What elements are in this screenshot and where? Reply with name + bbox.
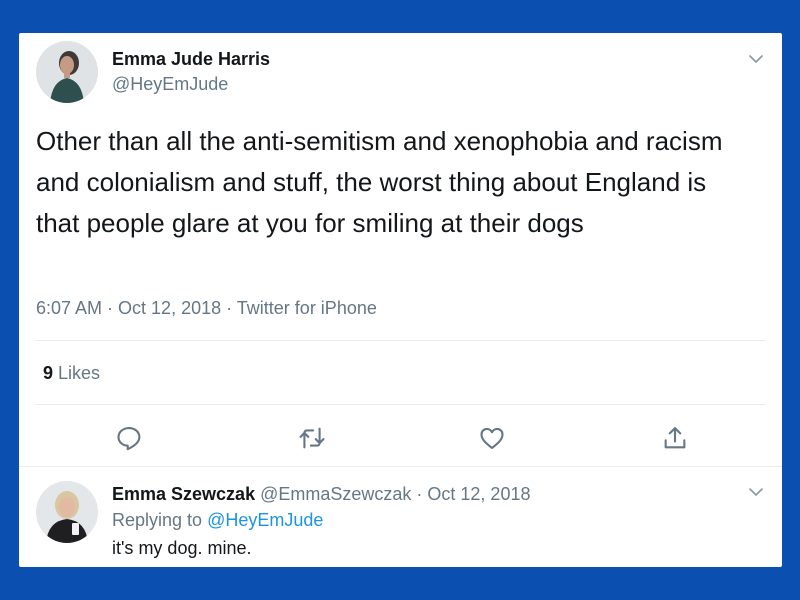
avatar[interactable] — [36, 481, 98, 543]
likes-label: Likes — [58, 363, 101, 383]
tweet-card: Emma Jude Harris @HeyEmJude Other than a… — [19, 33, 782, 567]
likes-stat[interactable]: 9 Likes — [43, 363, 100, 384]
chevron-down-icon[interactable] — [748, 484, 764, 500]
author-name[interactable]: Emma Jude Harris — [112, 49, 270, 70]
avatar[interactable] — [36, 41, 98, 103]
share-icon[interactable] — [661, 424, 689, 452]
tweet-source[interactable]: Twitter for iPhone — [237, 298, 377, 318]
reply-header: Emma Szewczak @EmmaSzewczak · Oct 12, 20… — [112, 484, 530, 505]
meta-separator: · — [102, 298, 119, 318]
reply-text: it's my dog. mine. — [112, 538, 252, 558]
tweet-text: Other than all the anti-semitism and xen… — [36, 126, 730, 238]
reply-icon[interactable] — [115, 424, 143, 452]
like-icon[interactable] — [478, 424, 506, 452]
replying-to: Replying to @HeyEmJude — [112, 510, 323, 531]
replying-mention-link[interactable]: @HeyEmJude — [207, 510, 323, 530]
avatar-portrait-image — [36, 41, 98, 103]
divider — [36, 340, 766, 341]
tweet-metadata: 6:07 AM · Oct 12, 2018 · Twitter for iPh… — [36, 298, 377, 319]
author-handle[interactable]: @HeyEmJude — [112, 74, 228, 95]
tweet-date[interactable]: Oct 12, 2018 — [118, 298, 221, 318]
main-tweet: Emma Jude Harris @HeyEmJude Other than a… — [19, 33, 782, 466]
retweet-icon[interactable] — [298, 424, 326, 452]
reply-author-handle[interactable]: @EmmaSzewczak — [260, 484, 411, 504]
meta-separator: · — [411, 484, 428, 504]
reply-tweet: Emma Szewczak @EmmaSzewczak · Oct 12, 20… — [19, 467, 782, 567]
replying-label: Replying to — [112, 510, 203, 530]
divider — [36, 404, 766, 405]
chevron-down-icon[interactable] — [748, 51, 764, 67]
meta-separator: · — [221, 298, 237, 318]
avatar-portrait-image — [36, 481, 98, 543]
reply-author-name[interactable]: Emma Szewczak — [112, 484, 255, 504]
tweet-time[interactable]: 6:07 AM — [36, 298, 102, 318]
likes-count: 9 — [43, 363, 54, 383]
reply-date[interactable]: Oct 12, 2018 — [427, 484, 530, 504]
